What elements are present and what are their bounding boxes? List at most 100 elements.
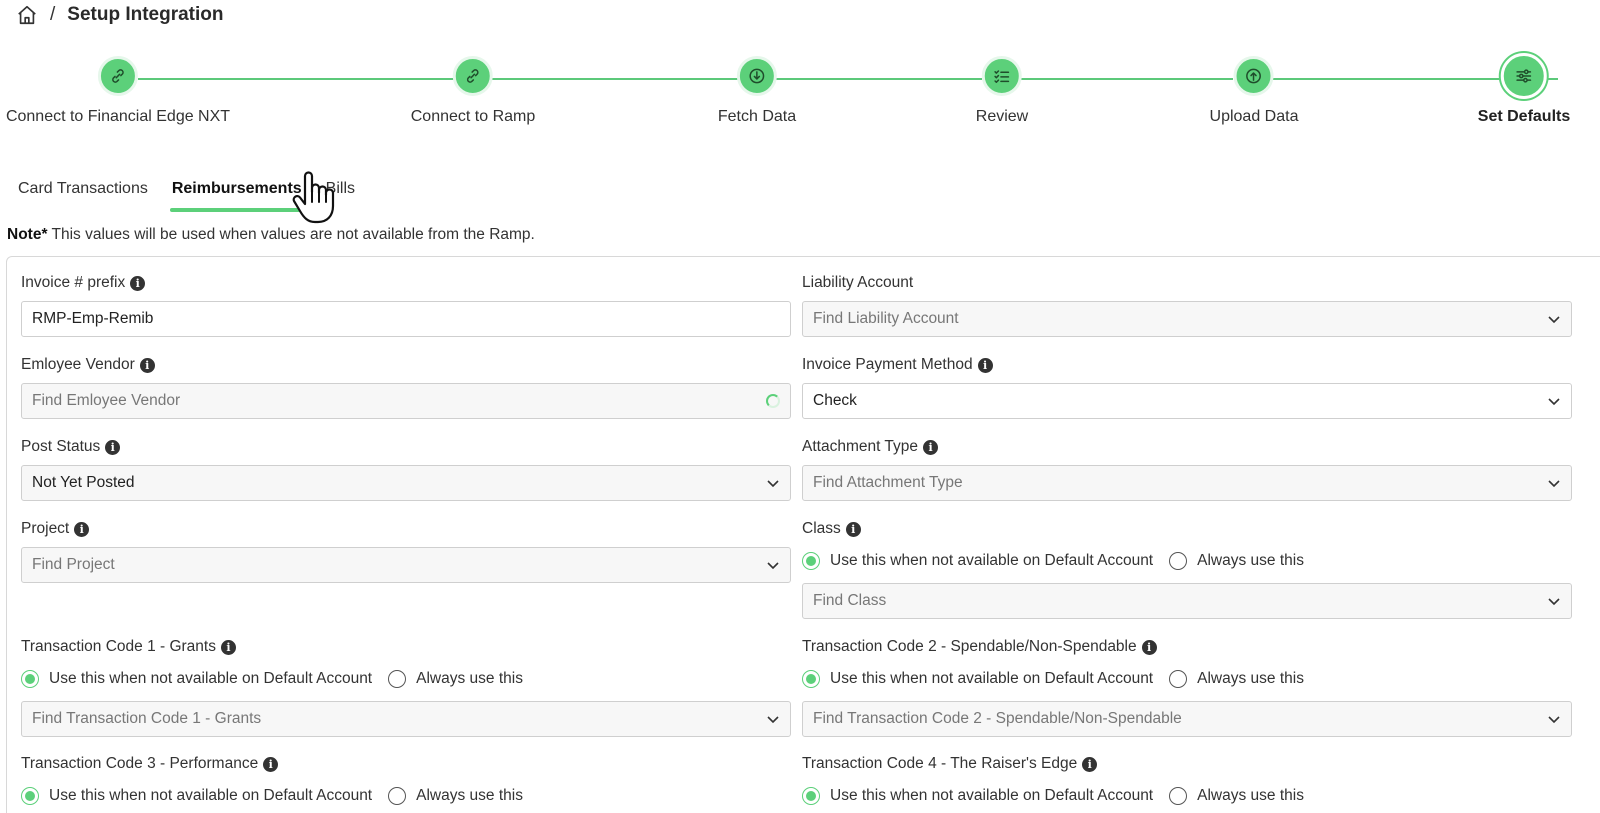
radio-label: Always use this bbox=[416, 670, 523, 687]
info-icon[interactable]: i bbox=[263, 756, 279, 772]
step-connector bbox=[1021, 78, 1233, 80]
step-label: Connect to Financial Edge NXT bbox=[5, 108, 231, 125]
chevron-down-icon bbox=[1547, 594, 1561, 608]
radio-label: Always use this bbox=[416, 787, 523, 804]
radio-unselected-icon bbox=[388, 670, 407, 688]
select-placeholder: Find Attachment Type bbox=[813, 474, 963, 491]
field-label: Invoice # prefix bbox=[21, 274, 126, 291]
step-label: Fetch Data bbox=[717, 108, 797, 125]
breadcrumb: / Setup Integration bbox=[16, 2, 224, 28]
chevron-down-icon bbox=[1547, 712, 1561, 726]
radio-always-use[interactable]: Always use this bbox=[388, 787, 523, 805]
field-label: Attachment Type bbox=[802, 438, 919, 455]
step-connector bbox=[776, 78, 982, 80]
checklist-icon bbox=[982, 56, 1022, 96]
chevron-down-icon bbox=[1547, 312, 1561, 326]
link-icon bbox=[452, 56, 493, 96]
download-icon bbox=[736, 56, 777, 96]
liability-account-field: Liability Account Find Liability Account bbox=[802, 273, 1572, 337]
select-placeholder: Find Project bbox=[32, 556, 115, 573]
radio-label: Use this when not available on Default A… bbox=[49, 787, 373, 804]
step-connect-ramp[interactable]: Connect to Ramp bbox=[410, 56, 536, 126]
step-label: Set Defaults bbox=[1477, 108, 1571, 125]
radio-group: Use this when not available on Default A… bbox=[802, 784, 1572, 808]
radio-selected-icon bbox=[802, 670, 820, 688]
radio-use-when-unavailable[interactable]: Use this when not available on Default A… bbox=[802, 787, 1153, 805]
integration-stepper: Connect to Financial Edge NXT Connect to… bbox=[0, 53, 1600, 136]
info-icon[interactable]: i bbox=[977, 357, 993, 373]
step-connector bbox=[1273, 78, 1501, 80]
info-icon[interactable]: i bbox=[220, 639, 236, 655]
post-status-select[interactable]: Not Yet Posted bbox=[21, 465, 791, 501]
liability-account-select[interactable]: Find Liability Account bbox=[802, 301, 1572, 337]
invoice-payment-method-select[interactable]: Check bbox=[802, 383, 1572, 419]
transaction-code-2-select[interactable]: Find Transaction Code 2 - Spendable/Non-… bbox=[802, 701, 1572, 737]
class-field: Class i Use this when not available on De… bbox=[802, 519, 1572, 619]
transaction-code-1-field: Transaction Code 1 - Grants i Use this wh… bbox=[21, 637, 791, 737]
radio-group: Use this when not available on Default A… bbox=[802, 667, 1572, 691]
info-icon[interactable]: i bbox=[130, 275, 146, 291]
radio-always-use[interactable]: Always use this bbox=[1169, 552, 1304, 570]
post-status-field: Post Status i Not Yet Posted bbox=[21, 437, 791, 501]
step-set-defaults[interactable]: Set Defaults bbox=[1477, 53, 1571, 126]
input-value: RMP-Emp-Remib bbox=[32, 310, 154, 327]
tab-card-transactions[interactable]: Card Transactions bbox=[18, 176, 148, 210]
transaction-code-4-field: Transaction Code 4 - The Raiser's Edge i … bbox=[802, 754, 1572, 808]
radio-unselected-icon bbox=[1169, 670, 1188, 688]
chevron-down-icon bbox=[766, 558, 780, 572]
info-icon[interactable]: i bbox=[1082, 756, 1098, 772]
radio-use-when-unavailable[interactable]: Use this when not available on Default A… bbox=[802, 552, 1153, 570]
transaction-code-3-field: Transaction Code 3 - Performance i Use th… bbox=[21, 754, 791, 808]
radio-group: Use this when not available on Default A… bbox=[21, 667, 791, 691]
radio-label: Use this when not available on Default A… bbox=[49, 670, 373, 687]
step-connect-financial-edge[interactable]: Connect to Financial Edge NXT bbox=[6, 56, 230, 126]
radio-always-use[interactable]: Always use this bbox=[388, 670, 523, 688]
select-value: Not Yet Posted bbox=[32, 474, 135, 491]
tab-reimbursements[interactable]: Reimbursements bbox=[169, 176, 304, 212]
attachment-type-select[interactable]: Find Attachment Type bbox=[802, 465, 1572, 501]
transaction-code-2-field: Transaction Code 2 - Spendable/Non-Spend… bbox=[802, 637, 1572, 737]
radio-group: Use this when not available on Default A… bbox=[21, 784, 791, 808]
info-icon[interactable]: i bbox=[74, 521, 90, 537]
radio-unselected-icon bbox=[1169, 552, 1188, 570]
home-icon[interactable] bbox=[16, 4, 38, 26]
step-label: Review bbox=[975, 108, 1029, 125]
upload-icon bbox=[1233, 56, 1274, 96]
radio-use-when-unavailable[interactable]: Use this when not available on Default A… bbox=[21, 670, 372, 688]
select-placeholder: Find Liability Account bbox=[813, 310, 959, 327]
radio-always-use[interactable]: Always use this bbox=[1169, 787, 1304, 805]
project-select[interactable]: Find Project bbox=[21, 547, 791, 583]
class-select[interactable]: Find Class bbox=[802, 583, 1572, 619]
radio-unselected-icon bbox=[388, 787, 407, 805]
field-label: Class bbox=[802, 520, 841, 537]
invoice-prefix-input[interactable]: RMP-Emp-Remib bbox=[21, 301, 791, 337]
note-body: This values will be used when values are… bbox=[47, 226, 535, 243]
radio-label: Always use this bbox=[1197, 670, 1304, 687]
radio-selected-icon bbox=[21, 787, 39, 805]
step-fetch-data[interactable]: Fetch Data bbox=[718, 56, 796, 126]
select-placeholder: Find Transaction Code 2 - Spendable/Non-… bbox=[813, 710, 1182, 727]
info-icon[interactable]: i bbox=[923, 439, 939, 455]
step-label: Connect to Ramp bbox=[410, 108, 536, 125]
employee-vendor-field: Emloyee Vendor i Find Emloyee Vendor bbox=[21, 355, 791, 419]
employee-vendor-select[interactable]: Find Emloyee Vendor bbox=[21, 383, 791, 419]
field-label: Liability Account bbox=[802, 274, 914, 291]
hand-cursor-icon bbox=[291, 168, 335, 224]
info-icon[interactable]: i bbox=[105, 439, 121, 455]
field-label: Transaction Code 4 - The Raiser's Edge bbox=[802, 755, 1078, 772]
info-icon[interactable]: i bbox=[139, 357, 155, 373]
field-label: Invoice Payment Method bbox=[802, 356, 973, 373]
radio-use-when-unavailable[interactable]: Use this when not available on Default A… bbox=[802, 670, 1153, 688]
info-icon[interactable]: i bbox=[845, 521, 861, 537]
radio-use-when-unavailable[interactable]: Use this when not available on Default A… bbox=[21, 787, 372, 805]
step-upload-data[interactable]: Upload Data bbox=[1209, 56, 1299, 126]
select-value: Check bbox=[813, 392, 857, 409]
step-label: Upload Data bbox=[1209, 108, 1299, 125]
field-label: Transaction Code 2 - Spendable/Non-Spend… bbox=[802, 638, 1137, 655]
radio-always-use[interactable]: Always use this bbox=[1169, 670, 1304, 688]
select-placeholder: Find Class bbox=[813, 592, 887, 609]
radio-label: Use this when not available on Default A… bbox=[830, 552, 1154, 569]
info-icon[interactable]: i bbox=[1141, 639, 1157, 655]
transaction-code-1-select[interactable]: Find Transaction Code 1 - Grants bbox=[21, 701, 791, 737]
step-review[interactable]: Review bbox=[976, 56, 1028, 126]
